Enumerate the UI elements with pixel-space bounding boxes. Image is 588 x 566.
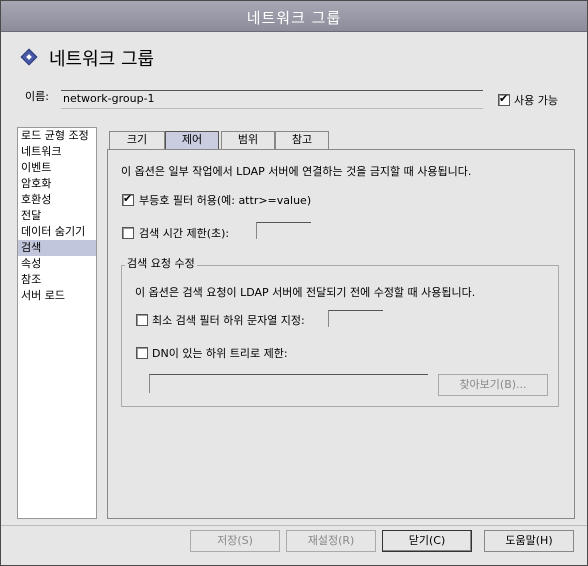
time-limit-checkbox[interactable] [122, 227, 134, 239]
enabled-label: 사용 가능 [514, 94, 558, 107]
sidebar-item-attributes[interactable]: 속성 [18, 256, 96, 272]
browse-button[interactable]: 찾아보기(B)... [438, 374, 548, 396]
time-limit-input[interactable] [256, 222, 311, 239]
subtree-checkbox[interactable] [136, 347, 148, 359]
reset-button[interactable]: 재설정(R) [286, 530, 376, 552]
time-limit-label: 검색 시간 제한(초): [139, 227, 230, 240]
inequality-filter-label: 부등호 필터 허용(예: attr>=value) [139, 194, 312, 207]
close-button[interactable]: 닫기(C) [382, 530, 472, 552]
sidebar-item-forwarding[interactable]: 전달 [18, 208, 96, 224]
inequality-filter-checkbox[interactable] [122, 192, 134, 206]
sidebar-item-compatibility[interactable]: 호환성 [18, 192, 96, 208]
name-field[interactable]: network-group-1 [61, 90, 483, 109]
min-substring-label: 최소 검색 필터 하위 문자열 지정: [152, 314, 305, 327]
sidebar-item-network[interactable]: 네트워크 [18, 144, 96, 160]
tab-notes[interactable]: 참고 [275, 131, 329, 149]
subtree-dn-input[interactable] [149, 374, 428, 393]
save-button[interactable]: 저장(S) [190, 530, 280, 552]
sidebar-item-search[interactable]: 검색 [18, 240, 96, 256]
diamond-icon [20, 48, 38, 66]
help-button[interactable]: 도움말(H) [484, 530, 574, 552]
sidebar-item-data-hiding[interactable]: 데이터 숨기기 [18, 224, 96, 240]
title-bar[interactable]: 네트워크 그룹 [1, 1, 587, 32]
name-label: 이름: [25, 90, 49, 103]
modify-description: 이 옵션은 검색 요청이 LDAP 서버에 전달되기 전에 수정할 때 사용됩니… [135, 286, 476, 299]
tab-size[interactable]: 크기 [109, 131, 165, 149]
footer-separator [1, 525, 587, 526]
panel-description: 이 옵션은 일부 작업에서 LDAP 서버에 연결하는 것을 금지할 때 사용됩… [121, 165, 472, 178]
enabled-checkbox[interactable] [498, 92, 510, 106]
min-substring-input[interactable] [328, 310, 383, 327]
sidebar-item-events[interactable]: 이벤트 [18, 160, 96, 176]
window-title: 네트워크 그룹 [246, 9, 342, 27]
tab-scope[interactable]: 범위 [221, 131, 275, 149]
page-title: 네트워크 그룹 [49, 49, 155, 70]
category-list[interactable]: 로드 균형 조정 네트워크 이벤트 암호화 호환성 전달 데이터 숨기기 검색 … [17, 127, 97, 519]
sidebar-item-load-balancing[interactable]: 로드 균형 조정 [18, 128, 96, 144]
tab-control[interactable]: 제어 [165, 131, 219, 150]
sidebar-item-server-load[interactable]: 서버 로드 [18, 288, 96, 304]
sidebar-item-encryption[interactable]: 암호화 [18, 176, 96, 192]
subtree-label: DN이 있는 하위 트리로 제한: [152, 347, 288, 360]
min-substring-checkbox[interactable] [136, 314, 148, 326]
sidebar-item-referrals[interactable]: 참조 [18, 272, 96, 288]
dialog-window: 네트워크 그룹 네트워크 그룹 이름: network-group-1 사용 가… [0, 0, 588, 566]
modify-request-group-title: 검색 요청 수정 [125, 255, 197, 271]
